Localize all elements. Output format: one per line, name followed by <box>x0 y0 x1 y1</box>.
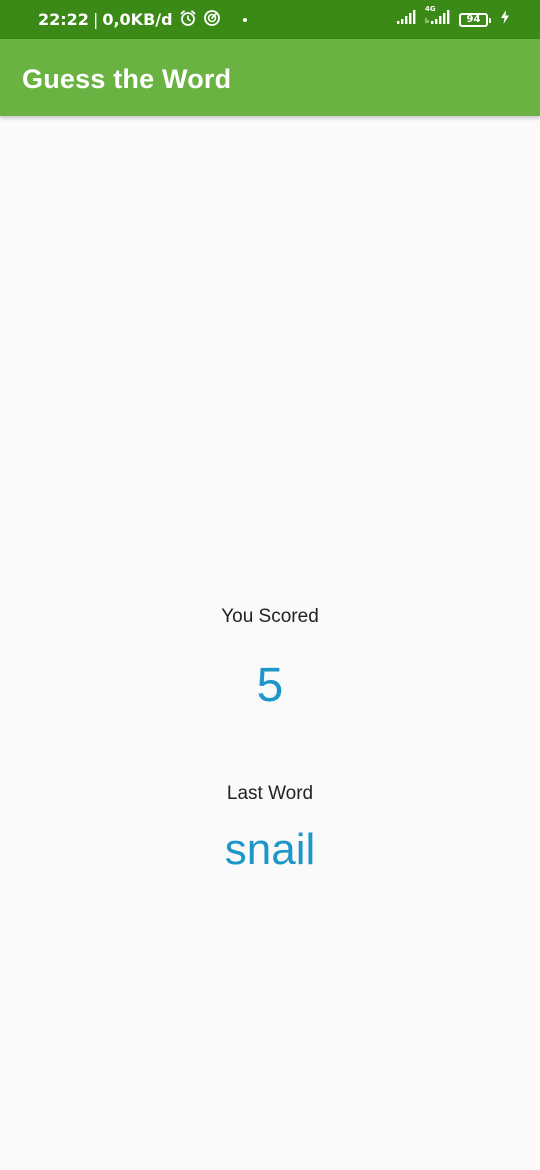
status-separator: | <box>92 10 99 29</box>
app-bar: Guess the Word <box>0 39 540 116</box>
status-data-rate: 0,0KB/d <box>102 10 173 29</box>
battery-icon: 94 <box>459 12 491 27</box>
score-label: You Scored <box>221 606 319 627</box>
status-time: 22:22 <box>38 10 89 29</box>
app-title: Guess the Word <box>22 64 232 94</box>
network-type: 4G <box>425 5 436 13</box>
last-word-value: snail <box>224 825 316 874</box>
battery-level: 94 <box>466 14 481 25</box>
alarm-icon <box>179 9 197 31</box>
notification-dot-icon <box>242 17 247 22</box>
signal-4g-icon: 4G <box>425 5 451 29</box>
score-value: 5 <box>256 659 284 712</box>
last-word-label: Last Word <box>226 783 314 804</box>
status-right: 4G 94 <box>397 0 510 39</box>
signal-icon <box>397 10 417 29</box>
charging-icon <box>500 10 510 29</box>
screen: 22:22 | 0,0KB/d 4G 94 Guess the Word You… <box>0 0 540 1170</box>
status-left: 22:22 | 0,0KB/d <box>38 0 247 39</box>
vpn-icon <box>203 9 221 31</box>
status-bar: 22:22 | 0,0KB/d 4G 94 <box>0 0 540 39</box>
